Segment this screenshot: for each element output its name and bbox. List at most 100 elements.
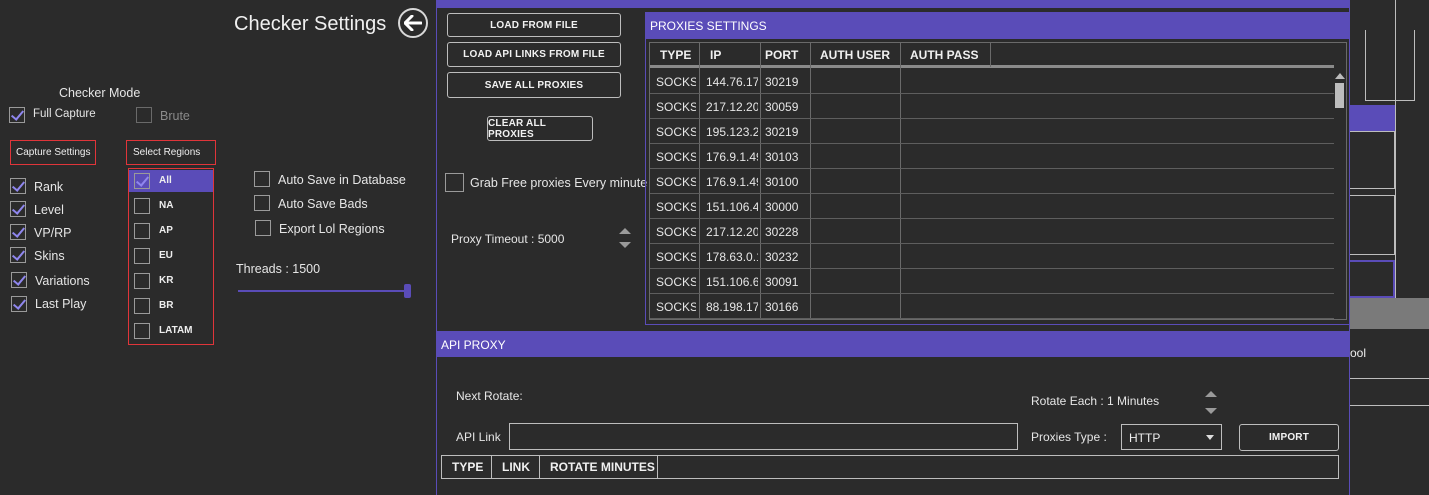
region-latam-label: LATAM	[159, 325, 193, 336]
row-type: SOCKS5	[656, 225, 696, 239]
col-auth-pass-header[interactable]: AUTH PASS	[910, 48, 978, 62]
variations-checkbox[interactable]	[11, 272, 27, 288]
region-ap-checkbox[interactable]	[134, 223, 150, 239]
back-button[interactable]	[398, 8, 428, 38]
row-port: 30166	[765, 300, 799, 314]
skins-checkbox[interactable]	[10, 247, 26, 263]
proxy-table: TYPE IP PORT AUTH USER AUTH PASS SOCKS5 …	[649, 42, 1347, 320]
col-divider-5	[990, 43, 991, 67]
table-row[interactable]: SOCKS5 144.76.17 30219	[650, 69, 1334, 94]
row-type: SOCKS5	[656, 250, 696, 264]
col-ip-header[interactable]: IP	[710, 48, 721, 62]
clear-all-proxies-button[interactable]: CLEAR ALL PROXIES	[487, 116, 593, 141]
rank-checkbox[interactable]	[10, 178, 26, 194]
region-item-latam[interactable]: LATAM	[129, 320, 213, 342]
api-link-input[interactable]	[509, 423, 1018, 450]
region-item-all[interactable]: All	[129, 170, 213, 192]
row-port: 30100	[765, 175, 799, 189]
region-item-ap[interactable]: AP	[129, 220, 213, 242]
region-eu-checkbox[interactable]	[134, 248, 150, 264]
region-item-br[interactable]: BR	[129, 295, 213, 317]
scroll-thumb[interactable]	[1335, 83, 1344, 108]
table-row[interactable]: SOCKS5 176.9.1.49 30100	[650, 169, 1334, 194]
export-regions-label: Export Lol Regions	[279, 222, 385, 236]
auto-save-db-checkbox[interactable]	[254, 171, 270, 187]
row-type: SOCKS5	[656, 125, 696, 139]
full-capture-checkbox[interactable]	[9, 107, 25, 123]
row-port: 30000	[765, 200, 799, 214]
region-na-label: NA	[159, 200, 174, 211]
level-checkbox[interactable]	[10, 201, 26, 217]
table-row[interactable]: SOCKS5 195.123.2 30219	[650, 119, 1334, 144]
last-play-checkbox[interactable]	[11, 296, 27, 312]
next-rotate-label: Next Rotate:	[456, 389, 523, 403]
region-na-checkbox[interactable]	[134, 198, 150, 214]
bg-gray-bar	[1350, 298, 1429, 329]
import-button[interactable]: IMPORT	[1239, 424, 1339, 451]
row-type: SOCKS5	[656, 275, 696, 289]
row-ip: 176.9.1.49	[706, 175, 758, 189]
proxies-type-label: Proxies Type :	[1031, 430, 1107, 444]
proxy-timeout-label: Proxy Timeout : 5000	[451, 232, 565, 246]
grab-free-proxies-checkbox[interactable]	[445, 173, 464, 192]
region-all-checkbox[interactable]	[134, 173, 150, 189]
threads-label: Threads : 1500	[236, 262, 321, 276]
table-row[interactable]: SOCKS5 88.198.17 30166	[650, 294, 1334, 319]
page-title: Checker Settings	[234, 13, 387, 35]
col-port-header[interactable]: PORT	[765, 48, 798, 62]
region-br-checkbox[interactable]	[134, 298, 150, 314]
rotate-up-icon[interactable]	[1205, 391, 1217, 397]
region-kr-checkbox[interactable]	[134, 273, 150, 289]
bg-accent-outline	[1350, 260, 1395, 298]
vp-rp-checkbox[interactable]	[10, 224, 26, 240]
proxy-panel-top-border	[436, 0, 1350, 8]
scroll-up-icon[interactable]	[1335, 73, 1345, 79]
timeout-up-icon[interactable]	[619, 228, 631, 234]
row-ip: 217.12.20	[706, 100, 758, 114]
table-row[interactable]: SOCKS5 151.106.4 30000	[650, 194, 1334, 219]
proxies-type-select[interactable]: HTTP	[1121, 424, 1222, 450]
auto-save-bads-checkbox[interactable]	[254, 195, 270, 211]
api-proxy-header: API PROXY	[436, 331, 1350, 357]
row-port: 30219	[765, 75, 799, 89]
row-ip: 217.12.20	[706, 225, 758, 239]
row-port: 30091	[765, 275, 799, 289]
region-item-kr[interactable]: KR	[129, 270, 213, 292]
row-ip: 88.198.17	[706, 300, 758, 314]
rotate-each-label: Rotate Each : 1 Minutes	[1031, 394, 1160, 408]
rotate-down-icon[interactable]	[1205, 408, 1217, 414]
load-from-file-button[interactable]: LOAD FROM FILE	[447, 13, 621, 37]
bg-hline-2	[1350, 405, 1429, 406]
auto-save-bads-label: Auto Save Bads	[278, 197, 368, 211]
table-row[interactable]: SOCKS5 151.106.6 30091	[650, 269, 1334, 294]
proxies-settings-header: PROXIES SETTINGS	[645, 12, 1351, 39]
table-row[interactable]: SOCKS5 217.12.20 30228	[650, 219, 1334, 244]
row-type: SOCKS5	[656, 200, 696, 214]
region-item-na[interactable]: NA	[129, 195, 213, 217]
table-row[interactable]: SOCKS5 217.12.20 30059	[650, 94, 1334, 119]
api-col-rotate-header[interactable]: ROTATE MINUTES	[550, 460, 655, 474]
col-auth-user-header[interactable]: AUTH USER	[820, 48, 890, 62]
col-type-header[interactable]: TYPE	[660, 48, 691, 62]
api-col-link-header[interactable]: LINK	[502, 460, 530, 474]
save-all-proxies-button[interactable]: SAVE ALL PROXIES	[447, 72, 621, 98]
brute-checkbox[interactable]	[136, 107, 152, 123]
region-br-label: BR	[159, 300, 174, 311]
row-ip: 151.106.4	[706, 200, 758, 214]
row-divider	[650, 318, 1334, 319]
proxy-table-scrollbar[interactable]	[1334, 69, 1346, 319]
table-row[interactable]: SOCKS5 178.63.0.1 30232	[650, 244, 1334, 269]
bg-box-2	[1350, 131, 1395, 189]
region-item-eu[interactable]: EU	[129, 245, 213, 267]
load-api-links-button[interactable]: LOAD API LINKS FROM FILE	[447, 42, 621, 67]
threads-slider[interactable]	[238, 284, 412, 298]
export-regions-checkbox[interactable]	[255, 220, 271, 236]
region-latam-checkbox[interactable]	[134, 323, 150, 339]
threads-slider-thumb[interactable]	[404, 284, 411, 298]
api-col-type-header[interactable]: TYPE	[452, 460, 483, 474]
row-ip: 144.76.17	[706, 75, 758, 89]
region-eu-label: EU	[159, 250, 173, 261]
table-row[interactable]: SOCKS5 176.9.1.49 30103	[650, 144, 1334, 169]
timeout-down-icon[interactable]	[619, 242, 631, 248]
row-type: SOCKS5	[656, 300, 696, 314]
